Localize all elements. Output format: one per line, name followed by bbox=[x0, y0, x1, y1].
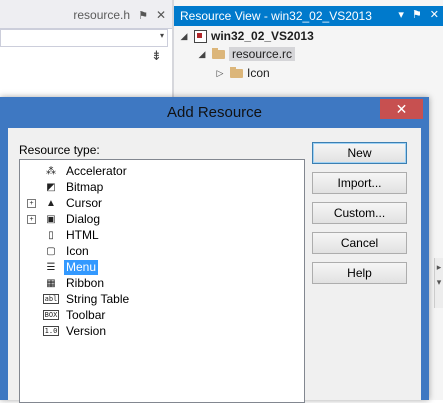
tree-item-label: Icon bbox=[247, 66, 270, 80]
list-item-label: Toolbar bbox=[66, 307, 106, 322]
icon-resource-icon: ▢ bbox=[46, 245, 56, 257]
dialog-body: Resource type: ⁂ Accelerator ◩ Bitmap + … bbox=[8, 128, 421, 403]
close-icon: ✕ bbox=[395, 100, 408, 117]
list-item-label: Bitmap bbox=[66, 179, 104, 194]
pin-icon[interactable]: ⚑ bbox=[412, 8, 422, 21]
dialog-title: Add Resource bbox=[166, 103, 263, 121]
list-item-label: String Table bbox=[66, 291, 130, 306]
tree-item-project[interactable]: ◢ win32_02_VS2013 bbox=[178, 27, 314, 45]
resource-type-label: Resource type: bbox=[19, 143, 100, 157]
list-item-label: HTML bbox=[66, 227, 99, 242]
folder-icon bbox=[212, 48, 225, 59]
list-item-label: Version bbox=[66, 323, 107, 338]
string-table-icon: abl bbox=[42, 294, 60, 304]
document-tab-resource-h[interactable]: resource.h ⚑ ✕ bbox=[65, 4, 172, 26]
version-icon: 1.0 bbox=[42, 326, 60, 336]
list-item-label: Accelerator bbox=[66, 163, 127, 178]
expander-icon[interactable]: ▷ bbox=[214, 68, 226, 79]
cursor-icon: ▲ bbox=[46, 197, 56, 209]
tree-item-label: resource.rc bbox=[229, 47, 296, 61]
add-resource-dialog: Add Resource ✕ Resource type: ⁂ Accelera… bbox=[0, 97, 429, 403]
chevron-down-icon: ▾ bbox=[159, 31, 164, 40]
cancel-button[interactable]: Cancel bbox=[312, 232, 407, 254]
folder-icon bbox=[230, 67, 243, 78]
tree-item-icon-folder[interactable]: ▷ Icon bbox=[214, 64, 270, 82]
scroll-arrow-icon: ▸ bbox=[436, 262, 442, 272]
resource-type-list[interactable]: ⁂ Accelerator ◩ Bitmap + ▲ Cursor + ▣ Di… bbox=[19, 159, 305, 403]
project-icon bbox=[194, 29, 207, 43]
resource-view-title-bar: Resource View - win32_02_VS2013 ▾ ⚑ ✕ bbox=[174, 6, 443, 26]
expand-icon[interactable]: + bbox=[27, 214, 36, 224]
toolbar-icon: BOX bbox=[42, 310, 60, 320]
dialog-close-button[interactable]: ✕ bbox=[380, 99, 423, 119]
expander-icon[interactable]: ◢ bbox=[178, 31, 190, 42]
bitmap-icon: ◩ bbox=[46, 181, 56, 193]
html-icon: ▯ bbox=[48, 229, 54, 241]
list-item-label: Menu bbox=[64, 259, 99, 275]
dialog-icon: ▣ bbox=[46, 213, 56, 225]
ribbon-icon: ▦ bbox=[46, 277, 56, 289]
list-item-label: Ribbon bbox=[66, 275, 105, 290]
list-item-label: Cursor bbox=[66, 195, 103, 210]
close-panel-icon[interactable]: ✕ bbox=[430, 8, 439, 21]
expand-icon[interactable]: + bbox=[27, 198, 36, 208]
help-button[interactable]: Help bbox=[312, 262, 407, 284]
panel-scroll-strip[interactable]: ▸ ▾ bbox=[434, 258, 443, 308]
document-navigation-dropdown[interactable]: ▾ bbox=[0, 29, 168, 47]
new-button[interactable]: New bbox=[312, 142, 407, 164]
resource-view-title: Resource View - win32_02_VS2013 bbox=[180, 9, 372, 23]
list-item-label: Icon bbox=[66, 243, 89, 258]
import-button[interactable]: Import... bbox=[312, 172, 407, 194]
split-editor-icon[interactable]: ⇟ bbox=[151, 48, 162, 64]
pin-icon[interactable]: ⚑ bbox=[138, 9, 148, 22]
scroll-arrow-icon: ▾ bbox=[436, 277, 442, 287]
tree-item-label: win32_02_VS2013 bbox=[211, 29, 314, 43]
accelerator-icon: ⁂ bbox=[46, 165, 56, 177]
tree-item-resource-rc[interactable]: ◢ resource.rc bbox=[196, 45, 296, 63]
menu-icon: ☰ bbox=[46, 261, 56, 273]
window-position-dropdown-icon[interactable]: ▾ bbox=[398, 8, 404, 21]
list-item-label: Dialog bbox=[66, 211, 101, 226]
close-tab-icon[interactable]: ✕ bbox=[156, 8, 166, 22]
expander-icon[interactable]: ◢ bbox=[196, 49, 208, 60]
document-tab-label: resource.h bbox=[73, 8, 131, 22]
custom-button[interactable]: Custom... bbox=[312, 202, 407, 224]
document-tab-strip: resource.h ⚑ ✕ bbox=[0, 0, 172, 29]
